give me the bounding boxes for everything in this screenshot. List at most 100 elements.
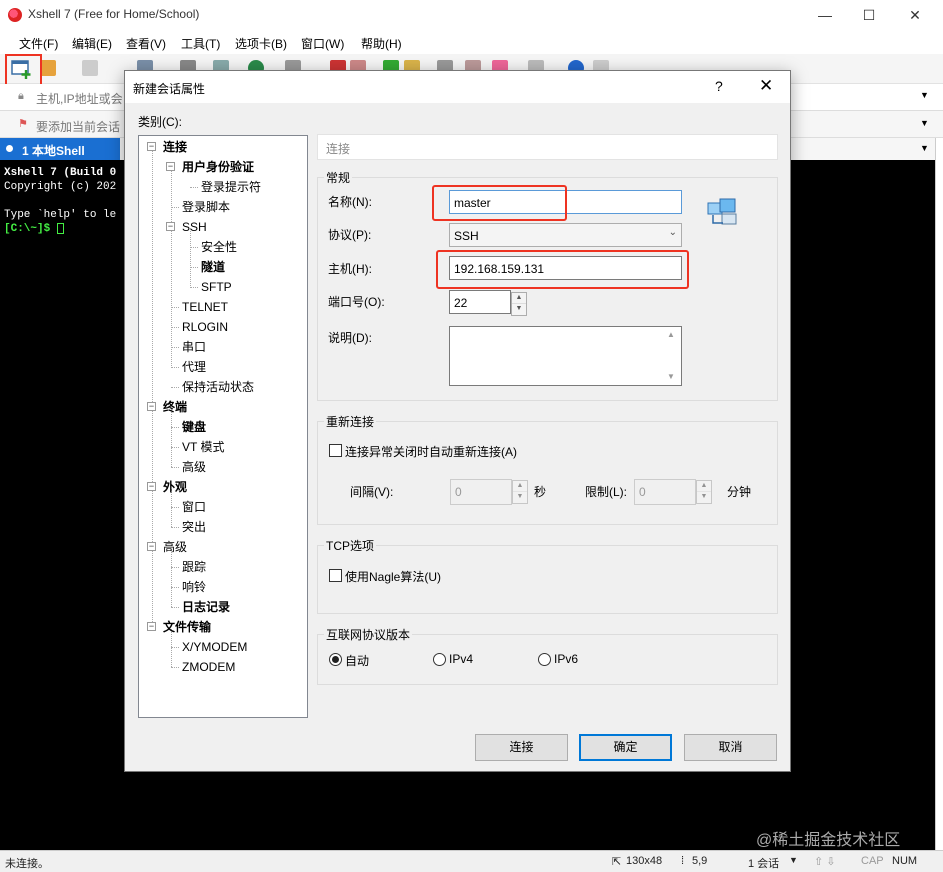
bookmark-dropdown-icon[interactable]: ▼ (920, 118, 929, 128)
auto-reconnect-label[interactable]: 连接异常关闭时自动重新连接(A) (345, 443, 517, 460)
status-bar: 未连接。 ⇱ 130x48 ⁞ 5,9 1 会话 ▼ ⇧ ⇩ CAP NUM (0, 850, 943, 872)
tree-item[interactable]: TELNET (182, 298, 228, 316)
tree-item[interactable]: 连接 (163, 138, 187, 156)
spin-up-icon[interactable]: ▲ (697, 481, 711, 492)
tree-item[interactable]: 登录提示符 (201, 178, 261, 196)
tree-branch-line (171, 447, 179, 448)
tree-expand-icon[interactable]: − (147, 482, 156, 491)
spin-up-icon[interactable]: ▲ (513, 481, 527, 492)
ipv4-label[interactable]: IPv4 (449, 652, 473, 666)
tree-item[interactable]: 安全性 (201, 238, 237, 256)
tree-branch-line (171, 647, 179, 648)
address-dropdown-icon[interactable]: ▼ (920, 90, 929, 100)
open-folder-icon[interactable] (40, 60, 56, 76)
description-field[interactable] (449, 326, 682, 386)
address-input[interactable]: 主机,IP地址或会 (36, 90, 123, 107)
protocol-select[interactable]: SSH ⌄ (449, 223, 682, 247)
tree-item[interactable]: 代理 (182, 358, 206, 376)
port-field[interactable]: 22 (449, 290, 511, 314)
menu-file[interactable]: 文件(F) (19, 35, 58, 52)
minimize-button[interactable]: — (802, 0, 848, 30)
spin-up-icon[interactable]: ▲ (512, 293, 526, 304)
connect-button[interactable]: 连接 (475, 734, 568, 761)
tree-item[interactable]: X/YMODEM (182, 638, 247, 656)
tree-item[interactable]: 外观 (163, 478, 187, 496)
tree-expand-icon[interactable]: − (147, 542, 156, 551)
limit-spinner[interactable]: ▲ ▼ (696, 480, 712, 504)
tree-item[interactable]: 用户身份验证 (182, 158, 254, 176)
tree-expand-icon[interactable]: − (147, 142, 156, 151)
tree-item[interactable]: ZMODEM (182, 658, 235, 676)
ipv4-radio[interactable] (433, 653, 446, 666)
tree-item[interactable]: 登录脚本 (182, 198, 230, 216)
ipv6-label[interactable]: IPv6 (554, 652, 578, 666)
tree-expand-icon[interactable]: − (166, 222, 175, 231)
tab-local-shell[interactable]: 1 本地Shell (0, 138, 120, 160)
dialog-help-button[interactable]: ? (715, 78, 723, 94)
menu-edit[interactable]: 编辑(E) (72, 35, 112, 52)
port-spinner[interactable]: ▲ ▼ (511, 292, 527, 316)
tree-branch-line (171, 467, 179, 468)
interval-field[interactable]: 0 (450, 479, 512, 505)
tree-item[interactable]: 高级 (182, 458, 206, 476)
spin-down-icon[interactable]: ▼ (512, 304, 526, 315)
cancel-button[interactable]: 取消 (684, 734, 777, 761)
session-count: 1 会话 (748, 858, 780, 870)
tree-item[interactable]: 文件传输 (163, 618, 211, 636)
menu-window[interactable]: 窗口(W) (301, 35, 344, 52)
tree-expand-icon[interactable]: − (147, 622, 156, 631)
menu-tools[interactable]: 工具(T) (181, 35, 220, 52)
close-button[interactable]: ✕ (892, 0, 938, 30)
limit-field[interactable]: 0 (634, 479, 696, 505)
tree-item[interactable]: 响铃 (182, 578, 206, 596)
tree-item[interactable]: 突出 (182, 518, 206, 536)
description-label: 说明(D): (328, 331, 372, 345)
ok-button[interactable]: 确定 (579, 734, 672, 761)
menu-view[interactable]: 查看(V) (126, 35, 166, 52)
menu-tabs[interactable]: 选项卡(B) (235, 35, 287, 52)
tree-item[interactable]: 终端 (163, 398, 187, 416)
caps-lock-indicator: CAP (861, 855, 884, 867)
auto-reconnect-checkbox[interactable] (329, 444, 342, 457)
link-icon[interactable] (82, 60, 98, 76)
tree-item[interactable]: 串口 (182, 338, 206, 356)
tab-list-icon[interactable]: ▼ (920, 143, 929, 153)
interval-spinner[interactable]: ▲ ▼ (512, 480, 528, 504)
menu-bar: 文件(F) 编辑(E) 查看(V) 工具(T) 选项卡(B) 窗口(W) 帮助(… (0, 30, 943, 54)
reconnect-group: 重新连接 (317, 413, 778, 525)
ip-auto-label[interactable]: 自动 (345, 652, 369, 669)
tree-item[interactable]: SSH (182, 218, 207, 236)
network-computers-icon (707, 198, 737, 225)
session-dropdown-icon[interactable]: ▼ (789, 855, 798, 865)
new-session-dialog: 新建会话属性 ? ✕ 类别(C): − 连接 − 用户身份验证 登录提示符 登录脚本 − SS… (124, 70, 791, 772)
ipv6-radio[interactable] (538, 653, 551, 666)
tree-item[interactable]: 高级 (163, 538, 187, 556)
nagle-checkbox[interactable] (329, 569, 342, 582)
tree-item[interactable]: 保持活动状态 (182, 378, 254, 396)
tree-item[interactable]: VT 模式 (182, 438, 224, 456)
tree-item[interactable]: 窗口 (182, 498, 206, 516)
ip-auto-radio[interactable] (329, 653, 342, 666)
menu-help[interactable]: 帮助(H) (361, 35, 402, 52)
window-title: Xshell 7 (Free for Home/School) (28, 7, 200, 21)
tree-item[interactable]: SFTP (201, 278, 232, 296)
tree-item[interactable]: 隧道 (201, 258, 225, 276)
maximize-button[interactable]: ☐ (846, 0, 892, 30)
ip-version-group-title: 互联网协议版本 (324, 626, 413, 643)
tree-expand-icon[interactable]: − (147, 402, 156, 411)
category-label: 类别(C): (138, 115, 182, 129)
tree-item[interactable]: 日志记录 (182, 598, 230, 616)
tree-expand-icon[interactable]: − (166, 162, 175, 171)
dialog-title: 新建会话属性 (133, 82, 206, 96)
lock-small-icon: 🔒︎ (18, 90, 24, 102)
category-tree[interactable]: − 连接 − 用户身份验证 登录提示符 登录脚本 − SSH 安全性 隧道 SFTP TELNET RL… (138, 135, 308, 718)
cursor-pos-icon: ⁞ (681, 855, 685, 867)
spin-down-icon[interactable]: ▼ (513, 492, 527, 503)
dialog-close-button[interactable]: ✕ (759, 76, 773, 96)
tree-item[interactable]: 键盘 (182, 418, 206, 436)
tree-line (171, 549, 172, 607)
spin-down-icon[interactable]: ▼ (697, 492, 711, 503)
tree-item[interactable]: RLOGIN (182, 318, 228, 336)
nagle-label[interactable]: 使用Nagle算法(U) (345, 568, 441, 585)
tree-item[interactable]: 跟踪 (182, 558, 206, 576)
